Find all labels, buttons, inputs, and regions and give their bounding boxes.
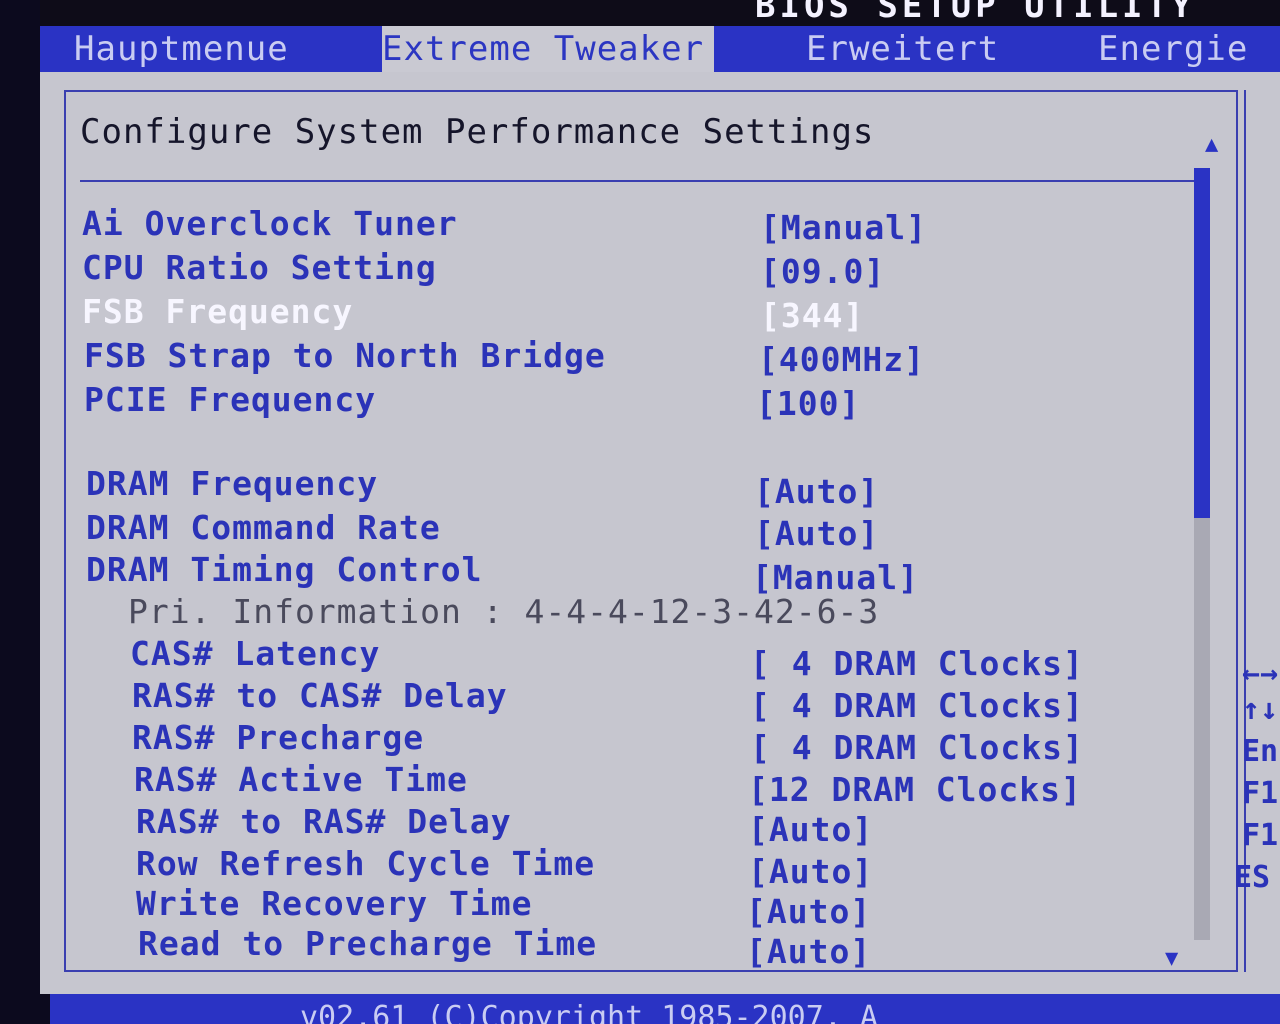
bios-screen: BIOS SETUP UTILITY Hauptmenue Extreme Tw… <box>0 0 1280 1024</box>
primary-timing-info: Pri. Information : 4-4-4-12-3-42-6-3 <box>128 592 880 631</box>
value-row-refresh-cycle[interactable]: [Auto] <box>748 852 873 891</box>
value-fsb-frequency[interactable]: [344] <box>760 296 864 335</box>
setting-ras-active-time[interactable]: RAS# Active Time <box>134 760 468 799</box>
value-ai-overclock-tuner[interactable]: [Manual] <box>760 208 927 247</box>
setting-ras-to-ras-delay[interactable]: RAS# to RAS# Delay <box>136 802 512 841</box>
setting-row-refresh-cycle[interactable]: Row Refresh Cycle Time <box>136 844 595 883</box>
value-fsb-strap[interactable]: [400MHz] <box>758 340 925 379</box>
panel-heading: Configure System Performance Settings <box>80 112 875 152</box>
scroll-down-icon[interactable]: ▼ <box>1165 946 1178 971</box>
setting-ras-precharge[interactable]: RAS# Precharge <box>132 718 424 757</box>
tab-erweitert[interactable]: Erweitert <box>806 26 999 72</box>
help-key-enter: En <box>1242 734 1279 769</box>
setting-cpu-ratio[interactable]: CPU Ratio Setting <box>82 248 437 287</box>
value-ras-active-time[interactable]: [12 DRAM Clocks] <box>748 770 1082 809</box>
value-ras-precharge[interactable]: [ 4 DRAM Clocks] <box>750 728 1084 767</box>
help-key-esc: ES <box>1234 860 1271 895</box>
value-cas-latency[interactable]: [ 4 DRAM Clocks] <box>750 644 1084 683</box>
title-bar: BIOS SETUP UTILITY <box>40 0 1280 26</box>
tab-hauptmenue[interactable]: Hauptmenue <box>74 26 289 72</box>
setting-dram-timing-control[interactable]: DRAM Timing Control <box>86 550 483 589</box>
value-read-to-precharge[interactable]: [Auto] <box>746 932 871 971</box>
setting-read-to-precharge[interactable]: Read to Precharge Time <box>138 924 597 963</box>
help-key-f10: F1 <box>1242 818 1279 853</box>
value-ras-to-cas-delay[interactable]: [ 4 DRAM Clocks] <box>750 686 1084 725</box>
value-dram-frequency[interactable]: [Auto] <box>754 472 879 511</box>
window-title: BIOS SETUP UTILITY <box>755 0 1196 26</box>
setting-dram-command-rate[interactable]: DRAM Command Rate <box>86 508 441 547</box>
help-key-f1: F1 <box>1242 776 1279 811</box>
value-dram-command-rate[interactable]: [Auto] <box>754 514 879 553</box>
heading-divider <box>80 180 1206 182</box>
setting-fsb-strap[interactable]: FSB Strap to North Bridge <box>84 336 606 375</box>
copyright-text: v02.61 (C)Copyright 1985-2007, A <box>300 1000 878 1024</box>
setting-ras-to-cas-delay[interactable]: RAS# to CAS# Delay <box>132 676 508 715</box>
scroll-up-icon[interactable]: ▲ <box>1205 132 1218 157</box>
scrollbar-track[interactable] <box>1194 168 1210 940</box>
setting-write-recovery[interactable]: Write Recovery Time <box>136 884 533 923</box>
scrollbar-thumb[interactable] <box>1194 168 1210 518</box>
footer-bar: v02.61 (C)Copyright 1985-2007, A <box>50 994 1280 1024</box>
tab-energie[interactable]: Energie <box>1098 26 1248 72</box>
value-ras-to-ras-delay[interactable]: [Auto] <box>748 810 873 849</box>
help-key-left-right: ←→ <box>1242 656 1279 691</box>
value-pcie-frequency[interactable]: [100] <box>756 384 860 423</box>
tab-extreme-tweaker[interactable]: Extreme Tweaker <box>382 26 714 72</box>
setting-pcie-frequency[interactable]: PCIE Frequency <box>84 380 376 419</box>
value-cpu-ratio[interactable]: [09.0] <box>760 252 885 291</box>
help-key-up-down: ↑↓ <box>1242 692 1279 727</box>
setting-cas-latency[interactable]: CAS# Latency <box>130 634 380 673</box>
setting-dram-frequency[interactable]: DRAM Frequency <box>86 464 378 503</box>
setting-ai-overclock-tuner[interactable]: Ai Overclock Tuner <box>82 204 458 243</box>
setting-fsb-frequency[interactable]: FSB Frequency <box>82 292 353 331</box>
value-write-recovery[interactable]: [Auto] <box>746 892 871 931</box>
menu-bar: Hauptmenue Extreme Tweaker Erweitert Ene… <box>40 26 1280 72</box>
